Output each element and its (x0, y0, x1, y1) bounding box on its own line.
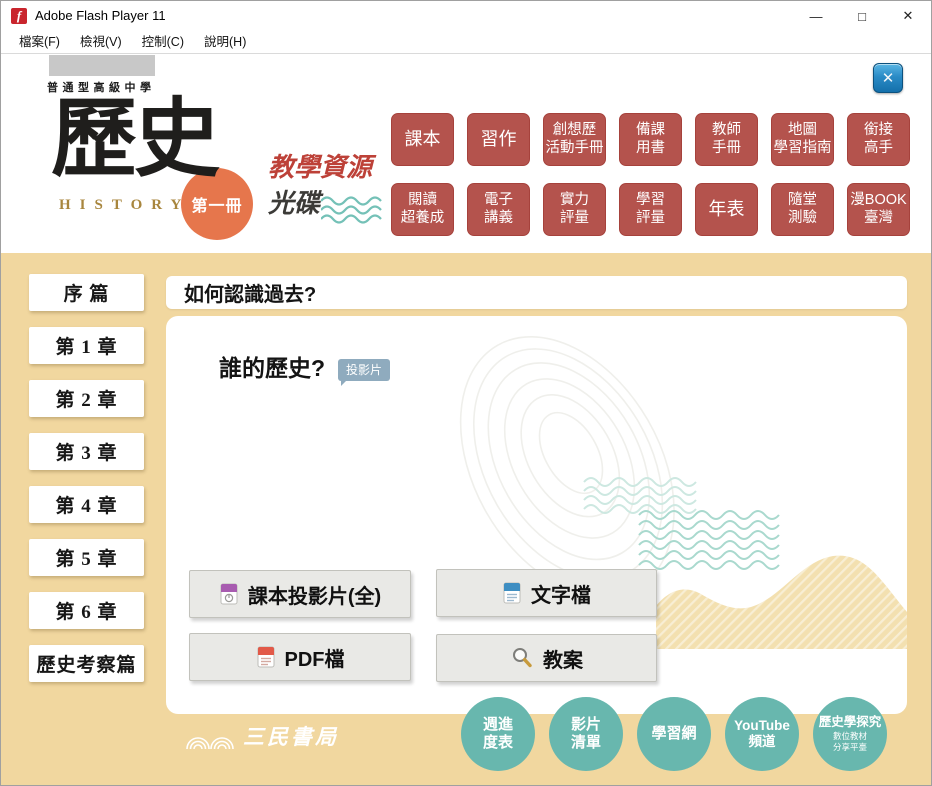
publisher-logo-placeholder (49, 55, 155, 76)
circle-label: 週進 度表 (482, 716, 513, 751)
flash-player-icon: f (11, 8, 27, 24)
resource-nav-row-1: 課本 習作 創想歷 活動手冊 備課 用書 教師 手冊 地圖 學習指南 銜接 高手 (391, 113, 910, 166)
file-button-label: 教案 (543, 649, 583, 672)
learning-web-circle[interactable]: 學習網 (637, 697, 711, 771)
nav-button-quiz[interactable]: 隨堂 測驗 (771, 183, 834, 236)
subject-title-english: HISTORY (59, 197, 191, 213)
window-controls: — □ ✕ (793, 1, 931, 31)
file-button-label: 課本投影片(全) (247, 585, 382, 608)
nav-button-learning-assessment[interactable]: 學習 評量 (619, 183, 682, 236)
app-close-icon: ✕ (881, 70, 895, 87)
resource-label-line2: 光碟 (268, 188, 321, 218)
nav-button-map-study-guide[interactable]: 地圖 學習指南 (771, 113, 834, 166)
nav-button-reading-plus[interactable]: 閱讀 超養成 (391, 183, 454, 236)
subject-title: 歷史 (51, 91, 220, 187)
content-panel: 誰的歷史? 投影片 課本投影片(全) 文字檔 PDF檔 教案 (166, 316, 907, 714)
nav-button-bridging-master[interactable]: 銜接 高手 (847, 113, 910, 166)
sidebar-item-chapter-3[interactable]: 第 3 章 (29, 433, 144, 470)
nav-button-manbook-taiwan[interactable]: 漫BOOK 臺灣 (847, 183, 910, 236)
nav-button-activity-handbook[interactable]: 創想歷 活動手冊 (543, 113, 606, 166)
nav-button-ability-assessment[interactable]: 實力 評量 (543, 183, 606, 236)
sidebar-item-chapter-1[interactable]: 第 1 章 (29, 327, 144, 364)
nav-button-lesson-prep-book[interactable]: 備課 用書 (619, 113, 682, 166)
nav-button-chronology[interactable]: 年表 (695, 183, 758, 236)
slides-all-button[interactable]: 課本投影片(全) (189, 570, 411, 618)
section-heading-bar: 如何認識過去? (166, 276, 907, 309)
nav-button-workbook[interactable]: 習作 (467, 113, 530, 166)
app-close-button[interactable]: ✕ (873, 63, 903, 93)
wave-decoration-icon (321, 196, 383, 224)
window-title: Adobe Flash Player 11 (35, 8, 166, 23)
menu-file[interactable]: 檔案(F) (9, 31, 70, 53)
weekly-schedule-circle[interactable]: 週進 度表 (461, 697, 535, 771)
nav-button-teacher-manual[interactable]: 教師 手冊 (695, 113, 758, 166)
menu-view[interactable]: 檢視(V) (70, 31, 132, 53)
youtube-channel-circle[interactable]: YouTube 頻道 (725, 697, 799, 771)
magnifier-icon (510, 646, 534, 670)
topic-title: 誰的歷史? (219, 355, 326, 381)
ppt-file-icon (219, 582, 239, 606)
menu-control[interactable]: 控制(C) (132, 31, 194, 53)
sidebar-item-chapter-2[interactable]: 第 2 章 (29, 380, 144, 417)
circle-label: 歷史學探究 (818, 715, 882, 730)
rainbow-arches-icon (186, 737, 234, 750)
history-inquiry-circle[interactable]: 歷史學探究 數位教材 分享平臺 (813, 697, 887, 771)
video-list-circle[interactable]: 影片 清單 (549, 697, 623, 771)
publisher-logo: 三民書局 (184, 721, 339, 751)
file-button-label: 文字檔 (531, 584, 591, 607)
app-window: f Adobe Flash Player 11 — □ ✕ 檔案(F) 檢視(V… (0, 0, 932, 786)
doc-file-icon (502, 581, 522, 605)
text-file-button[interactable]: 文字檔 (436, 569, 657, 617)
publisher-name: 三民書局 (243, 725, 339, 749)
title-bar: f Adobe Flash Player 11 — □ ✕ (1, 1, 931, 31)
circle-sublabel: 數位教材 分享平臺 (832, 731, 867, 752)
file-button-label: PDF檔 (284, 648, 345, 671)
circle-label: 學習網 (651, 725, 697, 742)
resource-nav-row-2: 閱讀 超養成 電子 講義 實力 評量 學習 評量 年表 隨堂 測驗 漫BOOK … (391, 183, 910, 236)
pdf-file-button[interactable]: PDF檔 (189, 633, 411, 681)
slides-tag-badge: 投影片 (338, 359, 391, 386)
close-button[interactable]: ✕ (885, 1, 931, 31)
sidebar-item-intro[interactable]: 序 篇 (29, 274, 144, 311)
sidebar-item-chapter-4[interactable]: 第 4 章 (29, 486, 144, 523)
volume-badge-label: 第一冊 (191, 198, 243, 215)
sidebar-item-field-study[interactable]: 歷史考察篇 (29, 645, 144, 682)
chapter-sidebar: 序 篇 第 1 章 第 2 章 第 3 章 第 4 章 第 5 章 第 6 章 … (29, 274, 144, 682)
maximize-button[interactable]: □ (839, 1, 885, 31)
circle-label: 影片 清單 (570, 716, 601, 751)
sidebar-item-chapter-6[interactable]: 第 6 章 (29, 592, 144, 629)
minimize-button[interactable]: — (793, 1, 839, 31)
resource-label-line1: 教學資源 (268, 152, 373, 182)
circle-label: YouTube 頻道 (734, 717, 790, 749)
menu-help[interactable]: 說明(H) (194, 31, 256, 53)
menu-bar: 檔案(F) 檢視(V) 控制(C) 說明(H) (1, 31, 931, 54)
lesson-plan-button[interactable]: 教案 (436, 634, 657, 682)
section-heading: 如何認識過去? (184, 284, 317, 306)
sidebar-item-chapter-5[interactable]: 第 5 章 (29, 539, 144, 576)
nav-button-textbook[interactable]: 課本 (391, 113, 454, 166)
pdf-file-icon (256, 645, 276, 669)
nav-button-e-lecture-notes[interactable]: 電子 講義 (467, 183, 530, 236)
